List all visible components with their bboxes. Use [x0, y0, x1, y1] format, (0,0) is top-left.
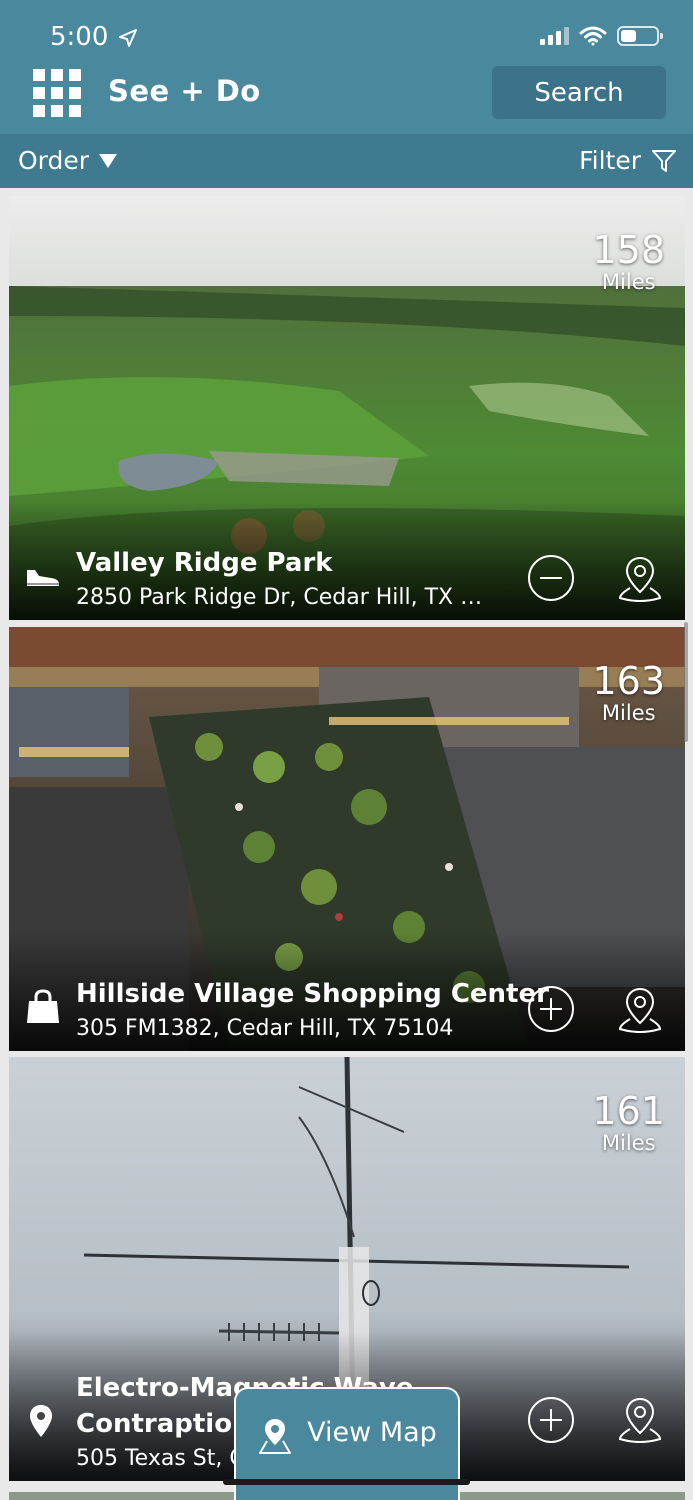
- map-pin-icon[interactable]: [616, 1395, 664, 1445]
- map-pin-icon[interactable]: [616, 985, 664, 1035]
- place-name-line2: Contraption: [76, 1409, 251, 1439]
- location-pin-icon: [30, 1405, 52, 1437]
- sort-filter-bar: Order Filter: [0, 134, 693, 188]
- remove-from-itinerary-button[interactable]: [528, 555, 574, 601]
- caret-down-icon: [99, 153, 118, 168]
- place-address: 505 Texas St, C: [76, 1446, 245, 1471]
- view-map-label: View Map: [307, 1417, 437, 1448]
- distance-value: 158: [592, 228, 665, 272]
- filter-label: Filter: [579, 146, 641, 175]
- place-card[interactable]: 158 Miles Valley Ridge Park 2850 Park Ri…: [9, 196, 685, 620]
- distance-value: 161: [592, 1089, 665, 1133]
- map-pin-icon: [259, 1419, 292, 1454]
- scrollbar[interactable]: [684, 622, 688, 742]
- page-title: See + Do: [108, 74, 261, 108]
- place-address: 305 FM1382, Cedar Hill, TX 75104: [76, 1016, 454, 1041]
- distance-badge: 163 Miles: [592, 661, 665, 725]
- signal-icon: [540, 27, 569, 45]
- place-card[interactable]: 163 Miles Hillside Village Shopping Cent…: [9, 627, 685, 1051]
- location-arrow-icon: [119, 29, 137, 47]
- battery-icon: [617, 26, 663, 46]
- filter-button[interactable]: Filter: [579, 146, 677, 175]
- wifi-icon: [579, 26, 607, 46]
- status-time: 5:00: [50, 22, 109, 52]
- status-icons: [540, 26, 663, 46]
- place-name: Hillside Village Shopping Center: [76, 979, 549, 1009]
- order-label: Order: [18, 146, 90, 175]
- distance-unit: Miles: [601, 701, 656, 725]
- place-name: Valley Ridge Park: [76, 548, 333, 578]
- filter-funnel-icon: [652, 149, 676, 172]
- distance-badge: 161 Miles: [592, 1091, 665, 1155]
- home-indicator[interactable]: [223, 1479, 470, 1485]
- map-pin-icon[interactable]: [616, 554, 664, 604]
- grid-menu-icon[interactable]: [33, 69, 81, 117]
- shoe-icon: [27, 570, 59, 586]
- add-to-itinerary-button[interactable]: [528, 1397, 574, 1443]
- app-header: 5:00 See + Do Search: [0, 0, 693, 134]
- distance-unit: Miles: [601, 270, 656, 294]
- distance-unit: Miles: [601, 1131, 656, 1155]
- order-button[interactable]: Order: [18, 146, 118, 175]
- place-address: 2850 Park Ridge Dr, Cedar Hill, TX 7...: [76, 585, 486, 610]
- distance-value: 163: [592, 659, 665, 703]
- shopping-bag-icon: [27, 989, 59, 1023]
- search-button[interactable]: Search: [492, 66, 666, 119]
- add-to-itinerary-button[interactable]: [528, 986, 574, 1032]
- distance-badge: 158 Miles: [592, 230, 665, 294]
